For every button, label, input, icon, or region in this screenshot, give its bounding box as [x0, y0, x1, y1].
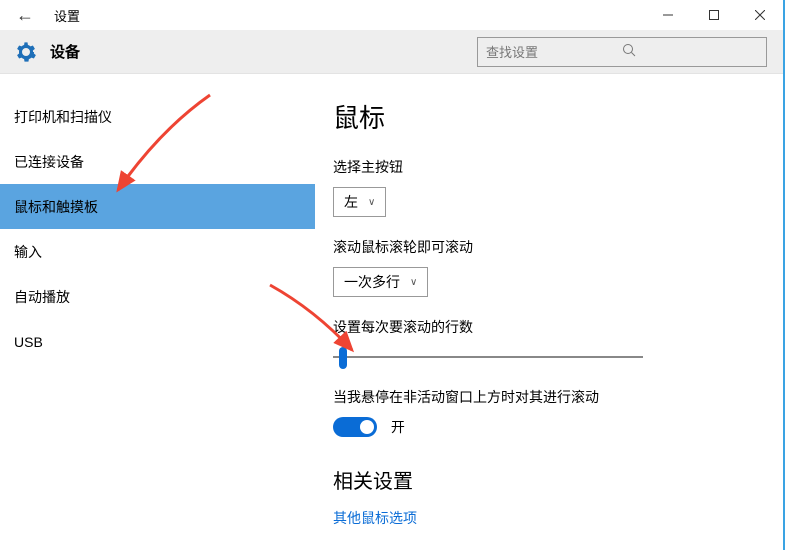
- primary-button-label: 选择主按钮: [333, 157, 755, 177]
- sidebar-item-connected-devices[interactable]: 已连接设备: [0, 139, 315, 184]
- combo-value: 一次多行: [344, 272, 400, 292]
- slider-thumb[interactable]: [339, 347, 347, 369]
- back-button[interactable]: ←: [10, 5, 40, 26]
- page-title: 鼠标: [333, 98, 755, 135]
- maximize-button[interactable]: [691, 0, 737, 30]
- inactive-scroll-label: 当我悬停在非活动窗口上方时对其进行滚动: [333, 387, 755, 407]
- sidebar-item-autoplay[interactable]: 自动播放: [0, 274, 315, 319]
- other-mouse-options-link[interactable]: 其他鼠标选项: [333, 508, 755, 528]
- combo-value: 左: [344, 192, 358, 212]
- sidebar-item-label: 输入: [14, 242, 42, 262]
- sidebar-item-label: 已连接设备: [14, 152, 84, 172]
- headerbar: 设备 查找设置: [0, 30, 783, 74]
- related-settings-heading: 相关设置: [333, 465, 755, 494]
- lines-to-scroll-slider[interactable]: [333, 347, 643, 367]
- window-title: 设置: [54, 6, 80, 25]
- sidebar-item-usb[interactable]: USB: [0, 319, 315, 364]
- content: 鼠标 选择主按钮 左 ∨ 滚动鼠标滚轮即可滚动 一次多行 ∨ 设置每次要滚动的行…: [315, 74, 783, 550]
- sidebar-item-label: 鼠标和触摸板: [14, 197, 98, 217]
- gear-icon: [16, 42, 36, 62]
- chevron-down-icon: ∨: [368, 197, 375, 208]
- scroll-mode-label: 滚动鼠标滚轮即可滚动: [333, 237, 755, 257]
- sidebar: 打印机和扫描仪 已连接设备 鼠标和触摸板 输入 自动播放 USB: [0, 74, 315, 550]
- sidebar-item-label: USB: [14, 334, 43, 350]
- sidebar-item-label: 打印机和扫描仪: [14, 107, 112, 127]
- toggle-state-label: 开: [391, 419, 405, 435]
- titlebar: ← 设置: [0, 0, 783, 30]
- chevron-down-icon: ∨: [410, 277, 417, 288]
- primary-button-combo[interactable]: 左 ∨: [333, 187, 386, 217]
- minimize-button[interactable]: [645, 0, 691, 30]
- header-title: 设备: [50, 41, 80, 62]
- inactive-scroll-toggle[interactable]: [333, 417, 377, 437]
- search-icon: [622, 43, 758, 60]
- sidebar-item-printers[interactable]: 打印机和扫描仪: [0, 94, 315, 139]
- sidebar-item-label: 自动播放: [14, 287, 70, 307]
- window-controls: [645, 0, 783, 30]
- close-button[interactable]: [737, 0, 783, 30]
- search-placeholder: 查找设置: [486, 42, 622, 61]
- scroll-mode-combo[interactable]: 一次多行 ∨: [333, 267, 428, 297]
- slider-track: [333, 356, 643, 358]
- lines-to-scroll-label: 设置每次要滚动的行数: [333, 317, 755, 337]
- sidebar-item-typing[interactable]: 输入: [0, 229, 315, 274]
- search-input[interactable]: 查找设置: [477, 37, 767, 67]
- sidebar-item-mouse-touchpad[interactable]: 鼠标和触摸板: [0, 184, 315, 229]
